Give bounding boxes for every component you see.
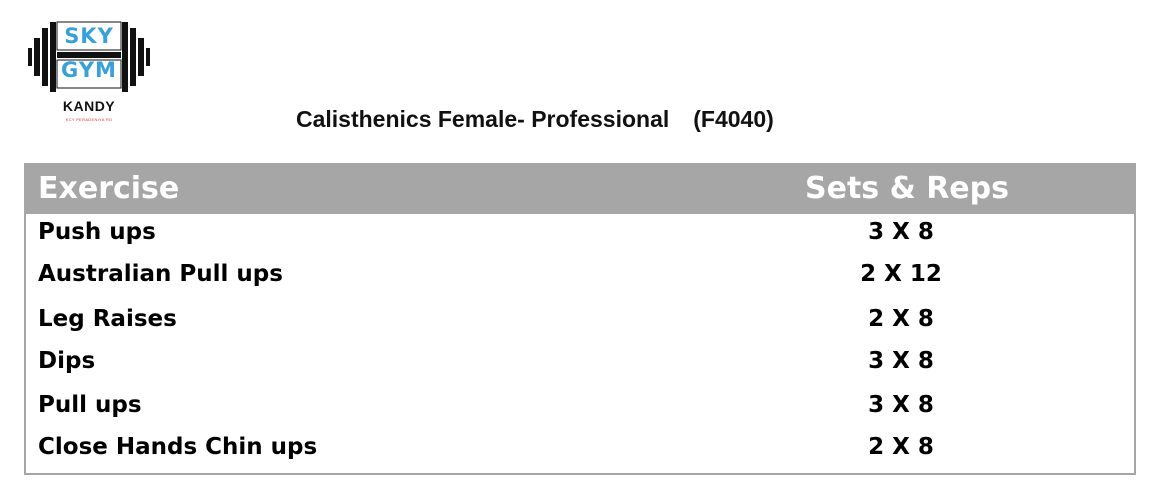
table-row: Push ups 3 X 8 xyxy=(26,214,1134,254)
exercise-name: Pull ups xyxy=(38,392,142,418)
workout-table: Exercise Sets & Reps Push ups 3 X 8 Aust… xyxy=(24,163,1136,475)
sets-reps-value: 3 X 8 xyxy=(868,392,934,418)
table-row: Pull ups 3 X 8 xyxy=(26,387,1134,427)
sets-reps-value: 2 X 8 xyxy=(868,306,934,332)
page-title: Calisthenics Female- Professional (F4040) xyxy=(296,106,774,133)
exercise-name: Push ups xyxy=(38,219,156,245)
exercise-name: Australian Pull ups xyxy=(38,261,283,287)
table-row: Leg Raises 2 X 8 xyxy=(26,301,1134,341)
sets-reps-value: 2 X 12 xyxy=(860,261,942,287)
gym-logo: SKY GYM KANDY KCY PERADENIYA RD xyxy=(26,18,152,128)
program-name: Calisthenics Female- Professional xyxy=(296,106,670,132)
logo-city: KANDY xyxy=(62,98,116,114)
sets-reps-value: 3 X 8 xyxy=(868,219,934,245)
column-header-exercise: Exercise xyxy=(38,171,180,206)
exercise-name: Leg Raises xyxy=(38,306,177,332)
logo-word-gym: GYM xyxy=(61,58,117,82)
table-row: Australian Pull ups 2 X 12 xyxy=(26,256,1134,296)
program-code: (F4040) xyxy=(693,106,774,132)
exercise-name: Dips xyxy=(38,348,96,374)
logo-word-sky: SKY xyxy=(64,24,114,48)
table-row: Close Hands Chin ups 2 X 8 xyxy=(26,429,1134,469)
sets-reps-value: 2 X 8 xyxy=(868,434,934,460)
logo-tagline: KCY PERADENIYA RD xyxy=(65,117,113,122)
column-header-sets-reps: Sets & Reps xyxy=(805,171,1009,206)
sets-reps-value: 3 X 8 xyxy=(868,348,934,374)
table-header: Exercise Sets & Reps xyxy=(26,165,1134,214)
exercise-name: Close Hands Chin ups xyxy=(38,434,318,460)
table-row: Dips 3 X 8 xyxy=(26,343,1134,383)
